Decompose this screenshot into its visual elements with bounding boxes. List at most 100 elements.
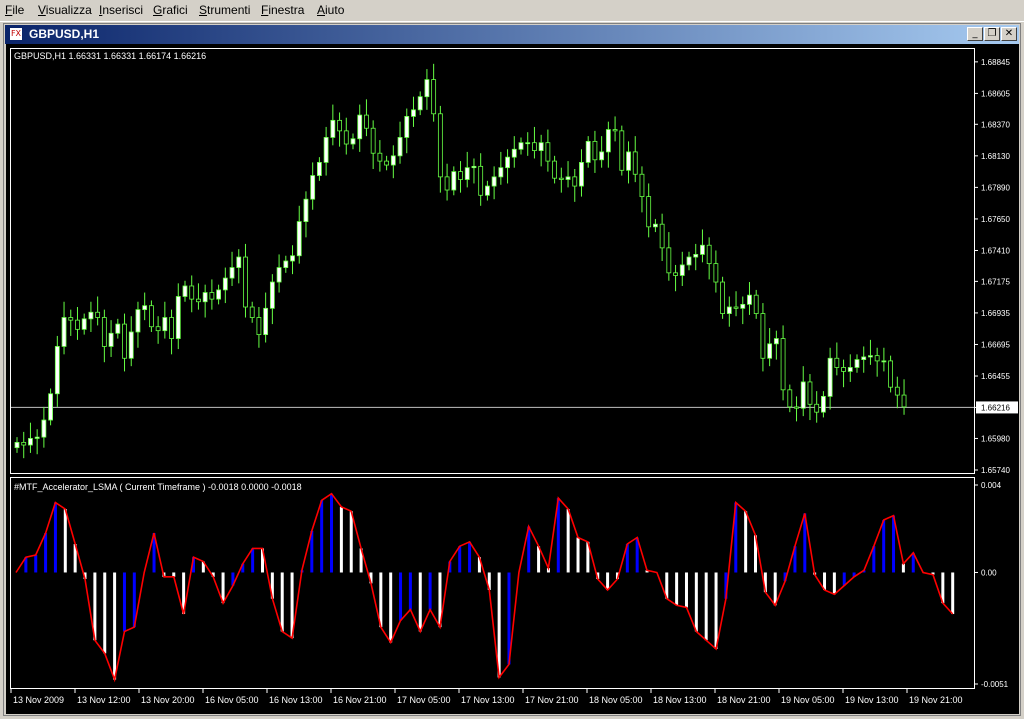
candle-body (619, 130, 625, 171)
candle-body (175, 296, 181, 339)
y-tick-label: 1.65740 (981, 466, 1010, 475)
candle-body (814, 403, 820, 413)
candle-body (202, 292, 208, 303)
candle-body (404, 116, 410, 138)
window-titlebar[interactable]: FX GBPUSD,H1 _ ❐ ✕ (5, 25, 1019, 44)
candle-body (350, 138, 356, 145)
candle-body (673, 272, 678, 276)
menu-charts[interactable]: Grafici (153, 3, 188, 17)
candle-body (498, 167, 504, 178)
candle-body (478, 165, 484, 196)
menu-tools[interactable]: Strumenti (199, 3, 250, 17)
x-tick-label: 18 Nov 21:00 (717, 695, 771, 705)
candle-body (135, 309, 141, 333)
candles-layer (14, 63, 907, 459)
menu-help[interactable]: Aiuto (317, 3, 344, 17)
candle-body (565, 176, 571, 180)
candle-body (243, 256, 248, 308)
candle-body (148, 305, 154, 328)
menu-bar: File Visualizza Inserisci Grafici Strume… (0, 0, 1024, 22)
candle-body (122, 323, 127, 359)
candle-body (874, 355, 880, 362)
menu-view[interactable]: Visualizza (38, 3, 92, 17)
chart-area[interactable]: 1.68845 1.68605 1.68370 1.68130 1.67890 1.676… (6, 44, 1019, 714)
y-tick-label: 1.67890 (981, 183, 1010, 192)
y-tick-label: 1.67175 (981, 277, 1010, 286)
candle-body (330, 119, 336, 138)
candle-body (316, 162, 322, 176)
candle-body (323, 137, 329, 163)
candle-body (592, 140, 598, 161)
chart-canvas[interactable]: 1.68845 1.68605 1.68370 1.68130 1.67890 1.676… (6, 44, 1019, 714)
candle-body (834, 357, 840, 368)
candle-body (451, 171, 457, 191)
menu-file[interactable]: File (5, 3, 24, 17)
candle-body (28, 438, 33, 446)
candle-body (579, 162, 584, 187)
x-tick-label: 19 Nov 13:00 (845, 695, 899, 705)
y-tick-label: 1.66455 (981, 372, 1010, 381)
menu-window[interactable]: Finestra (261, 3, 304, 17)
main-chart-info: GBPUSD,H1 1.66331 1.66331 1.66174 1.6621… (14, 51, 206, 61)
candle-body (807, 381, 813, 405)
candle-body (538, 142, 544, 151)
candle-body (659, 223, 665, 249)
candle-body (343, 130, 349, 145)
candle-body (821, 395, 826, 413)
candle-body (75, 319, 80, 330)
ind-tick-label: 0.004 (981, 481, 1002, 490)
candle-body (525, 142, 531, 145)
indicator-y-axis: 0.004 0.00 -0.0051 (974, 481, 1009, 689)
candle-body (646, 196, 652, 228)
main-y-axis: 1.68845 1.68605 1.68370 1.68130 1.67890 1.676… (11, 58, 1018, 475)
window-title: GBPUSD,H1 (29, 27, 100, 41)
candle-body (767, 343, 773, 359)
close-button[interactable]: ✕ (1001, 27, 1017, 41)
y-tick-label: 1.68370 (981, 120, 1010, 129)
candle-body (437, 113, 443, 178)
candle-body (726, 306, 732, 314)
candle-body (417, 96, 423, 111)
restore-button[interactable]: ❐ (984, 27, 1000, 41)
candle-body (881, 360, 887, 363)
candle-body (458, 171, 463, 180)
candle-body (599, 151, 605, 161)
x-tick-label: 19 Nov 05:00 (781, 695, 835, 705)
candle-body (444, 176, 450, 191)
candle-body (854, 359, 860, 368)
y-tick-label: 1.68605 (981, 89, 1010, 98)
candle-body (424, 79, 430, 98)
candle-body (847, 367, 853, 372)
candle-body (196, 298, 201, 303)
y-tick-label: 1.67410 (981, 246, 1010, 255)
candle-body (303, 198, 309, 222)
candle-body (679, 264, 685, 276)
candle-body (861, 356, 867, 360)
x-tick-label: 18 Nov 05:00 (589, 695, 643, 705)
candle-body (169, 317, 174, 339)
candle-body (686, 256, 692, 266)
candle-body (310, 175, 316, 200)
candle-body (545, 142, 551, 162)
candle-body (780, 338, 786, 391)
minimize-button[interactable]: _ (967, 27, 983, 41)
lsma-line (15, 492, 954, 683)
candle-body (491, 176, 497, 187)
y-tick-label: 1.68845 (981, 58, 1010, 67)
candle-body (209, 292, 215, 300)
candle-body (894, 386, 900, 396)
candle-body (115, 323, 121, 334)
candle-body (700, 244, 705, 255)
candle-body (236, 256, 242, 268)
candle-body (632, 151, 638, 175)
candle-body (384, 160, 390, 166)
candle-body (518, 142, 524, 150)
candle-body (222, 277, 228, 291)
y-tick-label: 1.66695 (981, 340, 1010, 349)
menu-insert[interactable]: Inserisci (99, 3, 143, 17)
candle-body (740, 303, 746, 309)
chart-window-icon: FX (9, 27, 23, 41)
candle-body (827, 357, 833, 397)
indicator-bars-layer (15, 492, 955, 683)
candle-body (95, 311, 101, 318)
